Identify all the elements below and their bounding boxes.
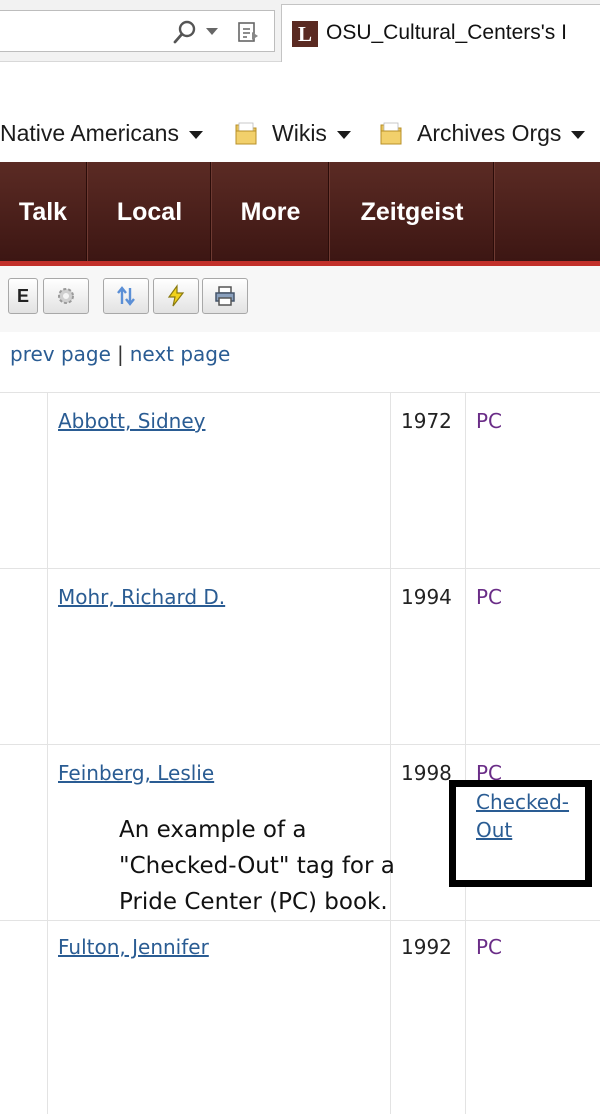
publication-year: 1994 (401, 585, 452, 609)
author-link[interactable]: Fulton, Jennifer (58, 935, 209, 959)
address-bar[interactable] (0, 10, 275, 52)
sort-arrows-icon (117, 286, 135, 306)
quick-action-button[interactable] (153, 278, 199, 314)
nav-divider (86, 162, 88, 262)
print-button[interactable] (202, 278, 248, 314)
favorites-item-archives-orgs[interactable]: Archives Orgs (379, 118, 586, 148)
settings-button[interactable] (43, 278, 89, 314)
catalog-toolbar: E (0, 266, 600, 332)
publication-year: 1998 (401, 761, 452, 785)
lightning-icon (167, 284, 185, 307)
checked-out-tag[interactable]: Checked-Out (476, 788, 586, 844)
favorites-item-native-americans[interactable]: Native Americans (0, 118, 203, 148)
folder-icon (380, 122, 402, 145)
collection-tag[interactable]: PC (476, 585, 502, 609)
table-row: Fulton, Jennifer 1992 PC (0, 920, 600, 1114)
tab-title: OSU_Cultural_Centers's I (326, 21, 567, 44)
sort-button[interactable] (103, 278, 149, 314)
table-row: Mohr, Richard D. 1994 PC (0, 568, 600, 744)
annotation-text: An example of a "Checked-Out" tag for a … (119, 812, 439, 920)
nav-item-talk[interactable]: Talk (0, 162, 86, 262)
search-icon[interactable] (172, 19, 198, 45)
edit-button[interactable]: E (8, 278, 38, 314)
nav-item-more[interactable]: More (213, 162, 328, 262)
publication-year: 1992 (401, 935, 452, 959)
catalog-table: Abbott, Sidney 1972 PC Mohr, Richard D. … (0, 392, 600, 1114)
author-link[interactable]: Mohr, Richard D. (58, 585, 225, 609)
author-link[interactable]: Abbott, Sidney (58, 409, 205, 433)
next-page-link[interactable]: next page (130, 342, 231, 366)
chevron-down-icon (188, 131, 203, 139)
collection-tag[interactable]: PC (476, 935, 502, 959)
favorites-item-wikis[interactable]: Wikis (234, 118, 351, 148)
nav-divider (493, 162, 495, 262)
main-nav: Talk Local More Zeitgeist (0, 162, 600, 266)
chevron-down-icon (571, 131, 586, 139)
pagination: prev page | next page (0, 332, 600, 382)
collection-tag[interactable]: PC (476, 409, 502, 433)
favorites-item-label: Archives Orgs (417, 119, 562, 146)
chevron-down-icon (336, 131, 351, 139)
favorites-item-label: Wikis (272, 119, 327, 146)
annotation-line: "Checked-Out" tag for a (119, 853, 395, 879)
annotation-line: Pride Center (PC) book. (119, 889, 388, 915)
pager-separator: | (116, 342, 124, 366)
nav-item-zeitgeist[interactable]: Zeitgeist (331, 162, 493, 262)
author-link[interactable]: Feinberg, Leslie (58, 761, 214, 785)
nav-divider (210, 162, 212, 262)
favorites-item-label: Native Americans (0, 119, 179, 146)
folder-icon (235, 122, 257, 145)
compatibility-view-icon[interactable] (236, 20, 260, 44)
prev-page-link[interactable]: prev page (10, 342, 111, 366)
nav-divider (328, 162, 330, 262)
browser-chrome: L OSU_Cultural_Centers's I (0, 0, 600, 62)
search-dropdown-icon[interactable] (206, 28, 218, 35)
browser-tab-active[interactable]: L OSU_Cultural_Centers's I (281, 4, 600, 62)
annotation-line: An example of a (119, 817, 307, 843)
edit-button-label: E (16, 285, 29, 306)
favorites-bar: Native Americans Wikis Archives Orgs (0, 62, 600, 162)
publication-year: 1972 (401, 409, 452, 433)
printer-icon (215, 286, 235, 306)
table-row: Abbott, Sidney 1972 PC (0, 392, 600, 568)
gear-icon (58, 288, 74, 304)
librarything-favicon: L (292, 21, 318, 47)
nav-item-local[interactable]: Local (89, 162, 210, 262)
